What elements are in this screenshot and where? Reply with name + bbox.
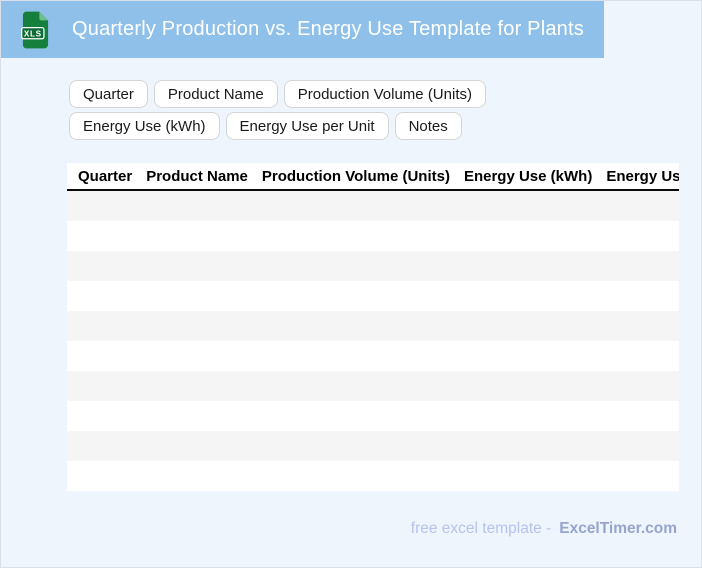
field-chips: Quarter Product Name Production Volume (Un…	[69, 80, 629, 140]
table-row[interactable]	[67, 401, 679, 431]
data-table: Quarter Product Name Production Volume (Un…	[67, 163, 679, 491]
field-chip[interactable]: Product Name	[153, 80, 278, 108]
table-row[interactable]	[67, 221, 679, 251]
footer-text: free excel template -	[410, 520, 552, 537]
field-chip[interactable]: Notes	[394, 112, 462, 140]
field-chip[interactable]: Energy Use per Unit	[225, 112, 389, 140]
table-row[interactable]	[67, 281, 679, 311]
table-column-header: Product Name	[146, 167, 248, 185]
table-row[interactable]	[67, 341, 679, 371]
xls-file-icon: XLS	[21, 11, 50, 49]
page-title: Quarterly Production vs. Energy Use Temp…	[72, 18, 584, 40]
xls-icon-label: XLS	[24, 29, 42, 38]
footer-brand-link[interactable]: ExcelTimer.com	[559, 520, 677, 537]
table-column-header: Quarter	[78, 167, 133, 185]
table-column-header: Energy Use (kWh)	[463, 167, 593, 185]
table-row[interactable]	[67, 311, 679, 341]
table-row[interactable]	[67, 251, 679, 281]
table-row[interactable]	[67, 461, 679, 491]
table-header-row: Quarter Product Name Production Volume (Un…	[67, 163, 679, 191]
table-column-header: Energy Use per Unit	[606, 167, 679, 185]
footer: free excel template - ExcelTimer.com	[411, 519, 677, 538]
table-column-header: Production Volume (Units)	[261, 167, 450, 185]
field-chip[interactable]: Production Volume (Units)	[283, 80, 486, 108]
table-body	[67, 191, 679, 491]
table-row[interactable]	[67, 191, 679, 221]
header-bar: XLS Quarterly Production vs. Energy Use …	[1, 1, 604, 58]
field-chip[interactable]: Energy Use (kWh)	[69, 112, 220, 140]
table-row[interactable]	[67, 371, 679, 401]
field-chip[interactable]: Quarter	[69, 80, 148, 108]
table-row[interactable]	[67, 431, 679, 461]
